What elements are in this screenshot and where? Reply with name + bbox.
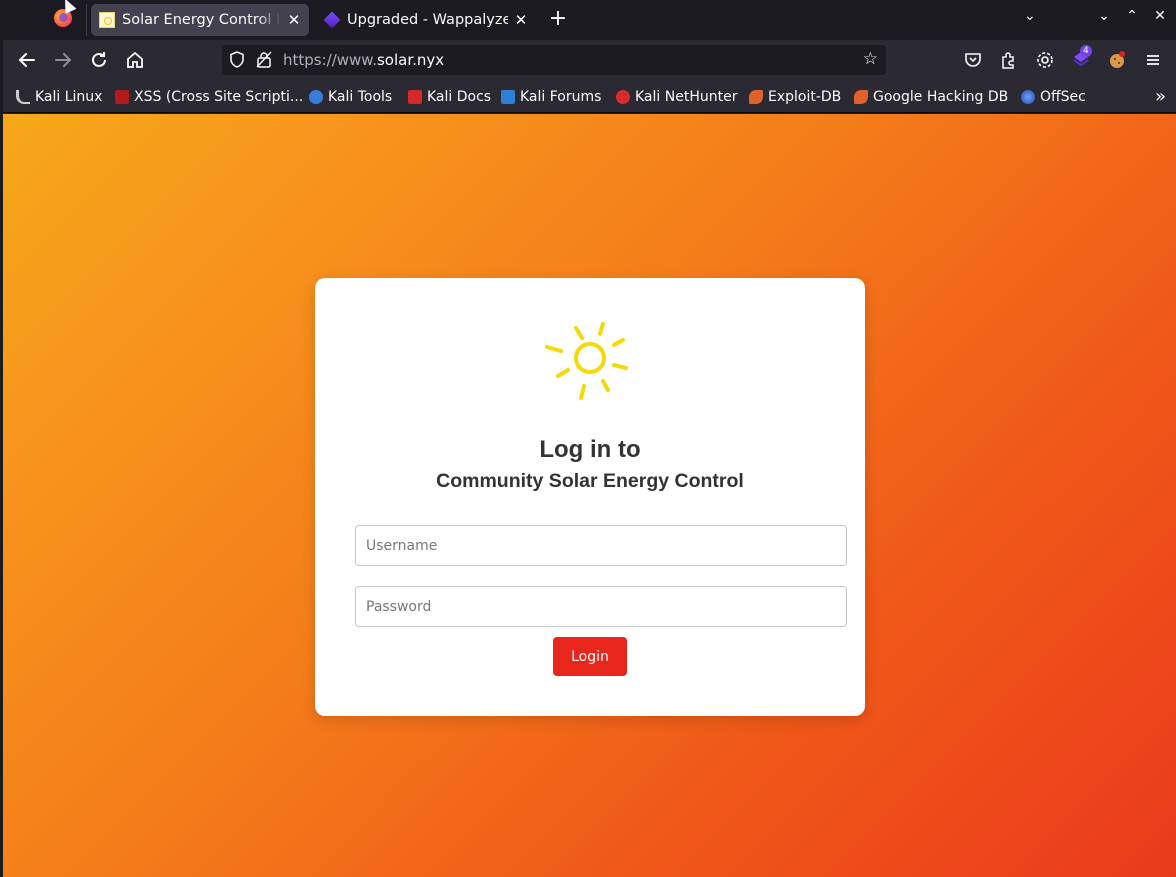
url-text[interactable]: https://www.solar.nyx	[283, 51, 444, 69]
bookmark-offsec[interactable]: OffSec	[1021, 88, 1086, 106]
tracking-protection-shield-icon[interactable]	[230, 51, 244, 68]
bookmark-label: Kali Linux	[35, 89, 103, 105]
extension-badge: 4	[1080, 45, 1092, 57]
sun-favicon-icon	[99, 12, 115, 28]
bookmark-kali-tools[interactable]: Kali Tools	[309, 88, 392, 106]
tab-title: Upgraded - Wappalyzer	[347, 12, 508, 28]
bookmark-label: Kali Docs	[427, 89, 492, 105]
minimize-window-icon[interactable]: ⌄	[1096, 8, 1112, 24]
bookmark-kali-forums[interactable]: Kali Forums	[501, 88, 601, 106]
tab-solar-login[interactable]: Solar Energy Control Login ✕	[91, 4, 309, 36]
list-all-tabs-icon[interactable]: ⌄	[1024, 8, 1036, 24]
ghdb-icon	[854, 90, 868, 104]
page-title: Log in to	[539, 436, 641, 463]
forward-button[interactable]	[51, 48, 75, 72]
close-tab-icon[interactable]: ✕	[287, 11, 301, 29]
bookmark-label: Exploit-DB	[768, 89, 842, 105]
kali-dragon-icon	[16, 90, 30, 104]
bookmark-label: Kali Tools	[328, 89, 393, 105]
xss-icon	[115, 90, 129, 104]
exploit-db-icon	[749, 90, 763, 104]
kali-tools-icon	[309, 90, 323, 104]
hamburger-menu-icon[interactable]	[1143, 50, 1163, 70]
close-window-icon[interactable]: ✕	[1152, 8, 1168, 24]
bookmarks-toolbar: Kali Linux XSS (Cross Site Scripti... Ka…	[0, 80, 1176, 113]
bookmark-label: Google Hacking DB	[873, 89, 1009, 105]
pocket-icon[interactable]	[963, 50, 983, 70]
close-tab-icon[interactable]: ✕	[514, 11, 528, 29]
bookmark-google-hacking-db[interactable]: Google Hacking DB	[854, 88, 1008, 106]
tab-strip: Solar Energy Control Login ✕ Upgraded - …	[0, 0, 1176, 40]
insecure-lock-icon[interactable]	[256, 51, 272, 68]
settings-gear-icon[interactable]	[1035, 50, 1055, 70]
bookmark-exploit-db[interactable]: Exploit-DB	[749, 88, 841, 106]
bookmarks-overflow-chevron-icon[interactable]: »	[1155, 86, 1166, 107]
navigation-toolbar: https://www.solar.nyx ☆ 4	[0, 40, 1176, 80]
maximize-window-icon[interactable]: ⌃	[1124, 8, 1140, 24]
extensions-puzzle-icon[interactable]	[999, 50, 1019, 70]
bookmark-kali-docs[interactable]: Kali Docs	[408, 88, 491, 106]
bookmark-star-icon[interactable]: ☆	[863, 49, 878, 69]
back-button[interactable]	[15, 48, 39, 72]
sun-logo-icon	[545, 322, 628, 400]
tab-title: Solar Energy Control Login	[122, 12, 281, 28]
login-button[interactable]: Login	[553, 637, 627, 676]
page-background: Log in to Community Solar Energy Control…	[3, 114, 1176, 877]
url-domain: solar.nyx	[376, 51, 445, 69]
address-bar[interactable]: https://www.solar.nyx ☆	[222, 45, 886, 75]
tab-divider	[86, 4, 87, 36]
cookie-editor-extension-icon[interactable]	[1107, 50, 1127, 70]
bookmark-kali-nethunter[interactable]: Kali NetHunter	[616, 88, 737, 106]
url-prefix: https://www.	[283, 51, 377, 69]
bookmark-xss[interactable]: XSS (Cross Site Scripti...	[115, 88, 303, 106]
login-card: Log in to Community Solar Energy Control…	[315, 278, 865, 716]
password-input[interactable]	[355, 586, 847, 627]
new-tab-button[interactable]: +	[548, 7, 568, 31]
tab-wappalyzer[interactable]: Upgraded - Wappalyzer ✕	[316, 4, 536, 36]
home-button[interactable]	[123, 48, 147, 72]
kali-forums-icon	[501, 90, 515, 104]
bookmark-kali-linux[interactable]: Kali Linux	[16, 88, 102, 106]
wappalyzer-favicon-icon	[323, 11, 341, 29]
page-subtitle: Community Solar Energy Control	[436, 470, 744, 492]
nethunter-icon	[616, 90, 630, 104]
bookmark-label: XSS (Cross Site Scripti...	[134, 89, 304, 105]
offsec-icon	[1021, 90, 1035, 104]
bookmark-label: OffSec	[1040, 89, 1086, 105]
bookmark-label: Kali NetHunter	[635, 89, 738, 105]
reload-button[interactable]	[87, 48, 111, 72]
kali-docs-icon	[408, 90, 422, 104]
username-input[interactable]	[355, 525, 847, 566]
bookmark-label: Kali Forums	[520, 89, 602, 105]
